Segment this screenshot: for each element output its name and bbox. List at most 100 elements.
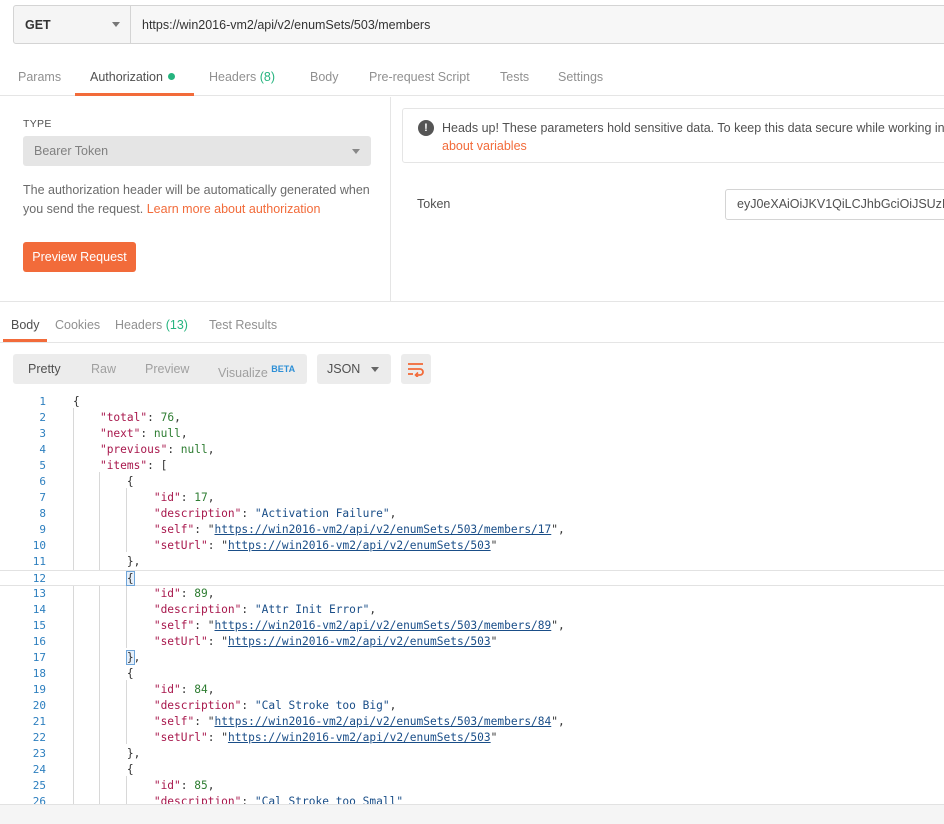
code-token: 89 [194, 587, 208, 600]
auth-type-select[interactable]: Bearer Token [23, 136, 371, 166]
code-token: " [221, 635, 228, 648]
code-text: "description": "Attr Init Error", [73, 602, 376, 618]
method-label: GET [25, 17, 51, 32]
line-number: 24 [32, 763, 46, 776]
code-token: 17 [194, 491, 208, 504]
line-number: 16 [32, 635, 46, 648]
code-token: } [125, 650, 135, 665]
url-link[interactable]: https://win2016-vm2/api/v2/enumSets/503 [228, 731, 491, 744]
url-input[interactable]: https://win2016-vm2/api/v2/enumSets/503/… [131, 6, 944, 43]
code-token: "next" [99, 427, 141, 440]
url-bar: GET https://win2016-vm2/api/v2/enumSets/… [13, 5, 944, 44]
code-token: " [221, 731, 228, 744]
code-line: 25 "id": 85, [0, 778, 944, 794]
view-raw[interactable]: Raw [91, 354, 116, 384]
line-number: 22 [32, 731, 46, 744]
chevron-down-icon [352, 148, 360, 154]
line-number: 21 [32, 715, 46, 728]
chevron-down-icon [371, 366, 379, 372]
code-token: : [167, 443, 181, 456]
preview-request-button[interactable]: Preview Request [23, 242, 136, 272]
code-token: : [241, 603, 255, 616]
url-link[interactable]: https://win2016-vm2/api/v2/enumSets/503 [228, 635, 491, 648]
resp-tab-headers[interactable]: Headers (13) [115, 302, 188, 342]
url-link[interactable]: https://win2016-vm2/api/v2/enumSets/503/… [214, 715, 551, 728]
code-token: "self" [153, 715, 195, 728]
code-token: "description" [153, 795, 242, 804]
wrap-lines-button[interactable] [401, 354, 431, 384]
url-link[interactable]: https://win2016-vm2/api/v2/enumSets/503/… [214, 619, 551, 632]
auth-type-value: Bearer Token [34, 144, 109, 158]
code-token: "Activation Failure" [254, 507, 390, 520]
auth-description: The authorization header will be automat… [23, 181, 373, 219]
code-text: { [73, 666, 134, 682]
line-number: 9 [39, 523, 46, 536]
line-number: 3 [39, 427, 46, 440]
code-text: "self": "https://win2016-vm2/api/v2/enum… [73, 714, 565, 730]
code-text: "id": 85, [73, 778, 215, 794]
line-number: 19 [32, 683, 46, 696]
resp-tab-test-results[interactable]: Test Results [209, 302, 277, 342]
line-number: 7 [39, 491, 46, 504]
code-token: : [140, 427, 154, 440]
code-token: , [207, 779, 215, 792]
tab-headers-label: Headers [209, 70, 257, 84]
status-bar [0, 804, 944, 824]
tab-headers[interactable]: Headers (8) [209, 57, 275, 95]
wrap-lines-icon [408, 363, 424, 377]
token-input[interactable]: eyJ0eXAiOiJKV1QiLCJhbGciOiJSUzI1NiIsImtp… [725, 189, 944, 220]
code-token: : [ [147, 459, 168, 472]
url-link[interactable]: https://win2016-vm2/api/v2/enumSets/503/… [214, 523, 551, 536]
code-text: "description": "Cal Stroke too Big", [73, 698, 397, 714]
code-token: ", [551, 523, 565, 536]
tab-prerequest-script[interactable]: Pre-request Script [369, 57, 470, 95]
code-line: 8 "description": "Activation Failure", [0, 506, 944, 522]
code-text: "self": "https://win2016-vm2/api/v2/enum… [73, 618, 565, 634]
tab-authorization[interactable]: Authorization [90, 57, 175, 95]
resp-tab-body[interactable]: Body [11, 302, 40, 342]
response-body-editor[interactable]: 1{2 "total": 76, 3 "next": null, 4 "previo… [0, 394, 944, 804]
code-line: 24 { [0, 762, 944, 778]
code-token: : [207, 635, 222, 648]
view-pretty[interactable]: Pretty [28, 354, 61, 384]
about-variables-link[interactable]: about variables [442, 137, 527, 156]
line-number: 14 [32, 603, 46, 616]
code-token: , [389, 507, 397, 520]
code-text: "id": 89, [73, 586, 215, 602]
code-token: "id" [153, 587, 181, 600]
view-visualize[interactable]: Visualize BETA [218, 354, 295, 384]
code-token: " [490, 731, 498, 744]
method-select[interactable]: GET [14, 6, 131, 43]
type-label: TYPE [23, 118, 52, 130]
status-dot-icon [167, 73, 175, 80]
tab-body[interactable]: Body [310, 57, 339, 95]
view-preview[interactable]: Preview [145, 354, 189, 384]
tab-params[interactable]: Params [18, 57, 61, 95]
resp-tab-headers-label: Headers [115, 318, 163, 332]
code-token: : [180, 587, 195, 600]
code-token: , [180, 427, 188, 440]
line-number: 10 [32, 539, 46, 552]
code-token: { [73, 667, 134, 680]
line-number: 2 [39, 411, 46, 424]
tab-settings[interactable]: Settings [558, 57, 603, 95]
format-select[interactable]: JSON [317, 354, 391, 384]
alert-icon: ! [418, 120, 434, 136]
code-token: "Cal Stroke too Big" [254, 699, 390, 712]
tab-tests[interactable]: Tests [500, 57, 529, 95]
code-token: , [207, 683, 215, 696]
code-line: 7 "id": 17, [0, 490, 944, 506]
line-number: 17 [32, 651, 46, 664]
code-token: "self" [153, 619, 195, 632]
learn-more-auth-link[interactable]: Learn more about authorization [147, 202, 321, 216]
resp-tab-cookies[interactable]: Cookies [55, 302, 100, 342]
url-link[interactable]: https://win2016-vm2/api/v2/enumSets/503 [228, 539, 491, 552]
